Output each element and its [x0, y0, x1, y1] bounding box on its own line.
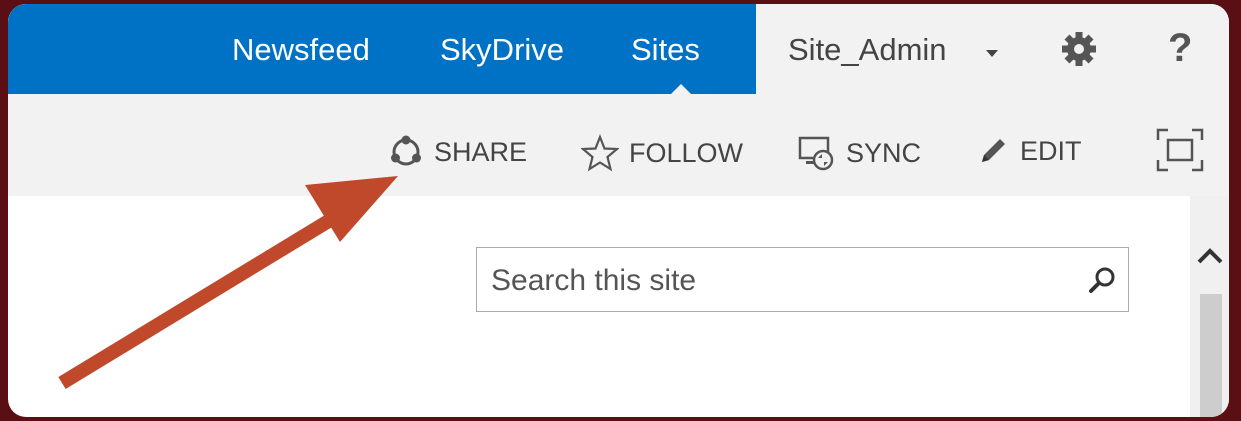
annotation-arrow: [58, 176, 398, 389]
